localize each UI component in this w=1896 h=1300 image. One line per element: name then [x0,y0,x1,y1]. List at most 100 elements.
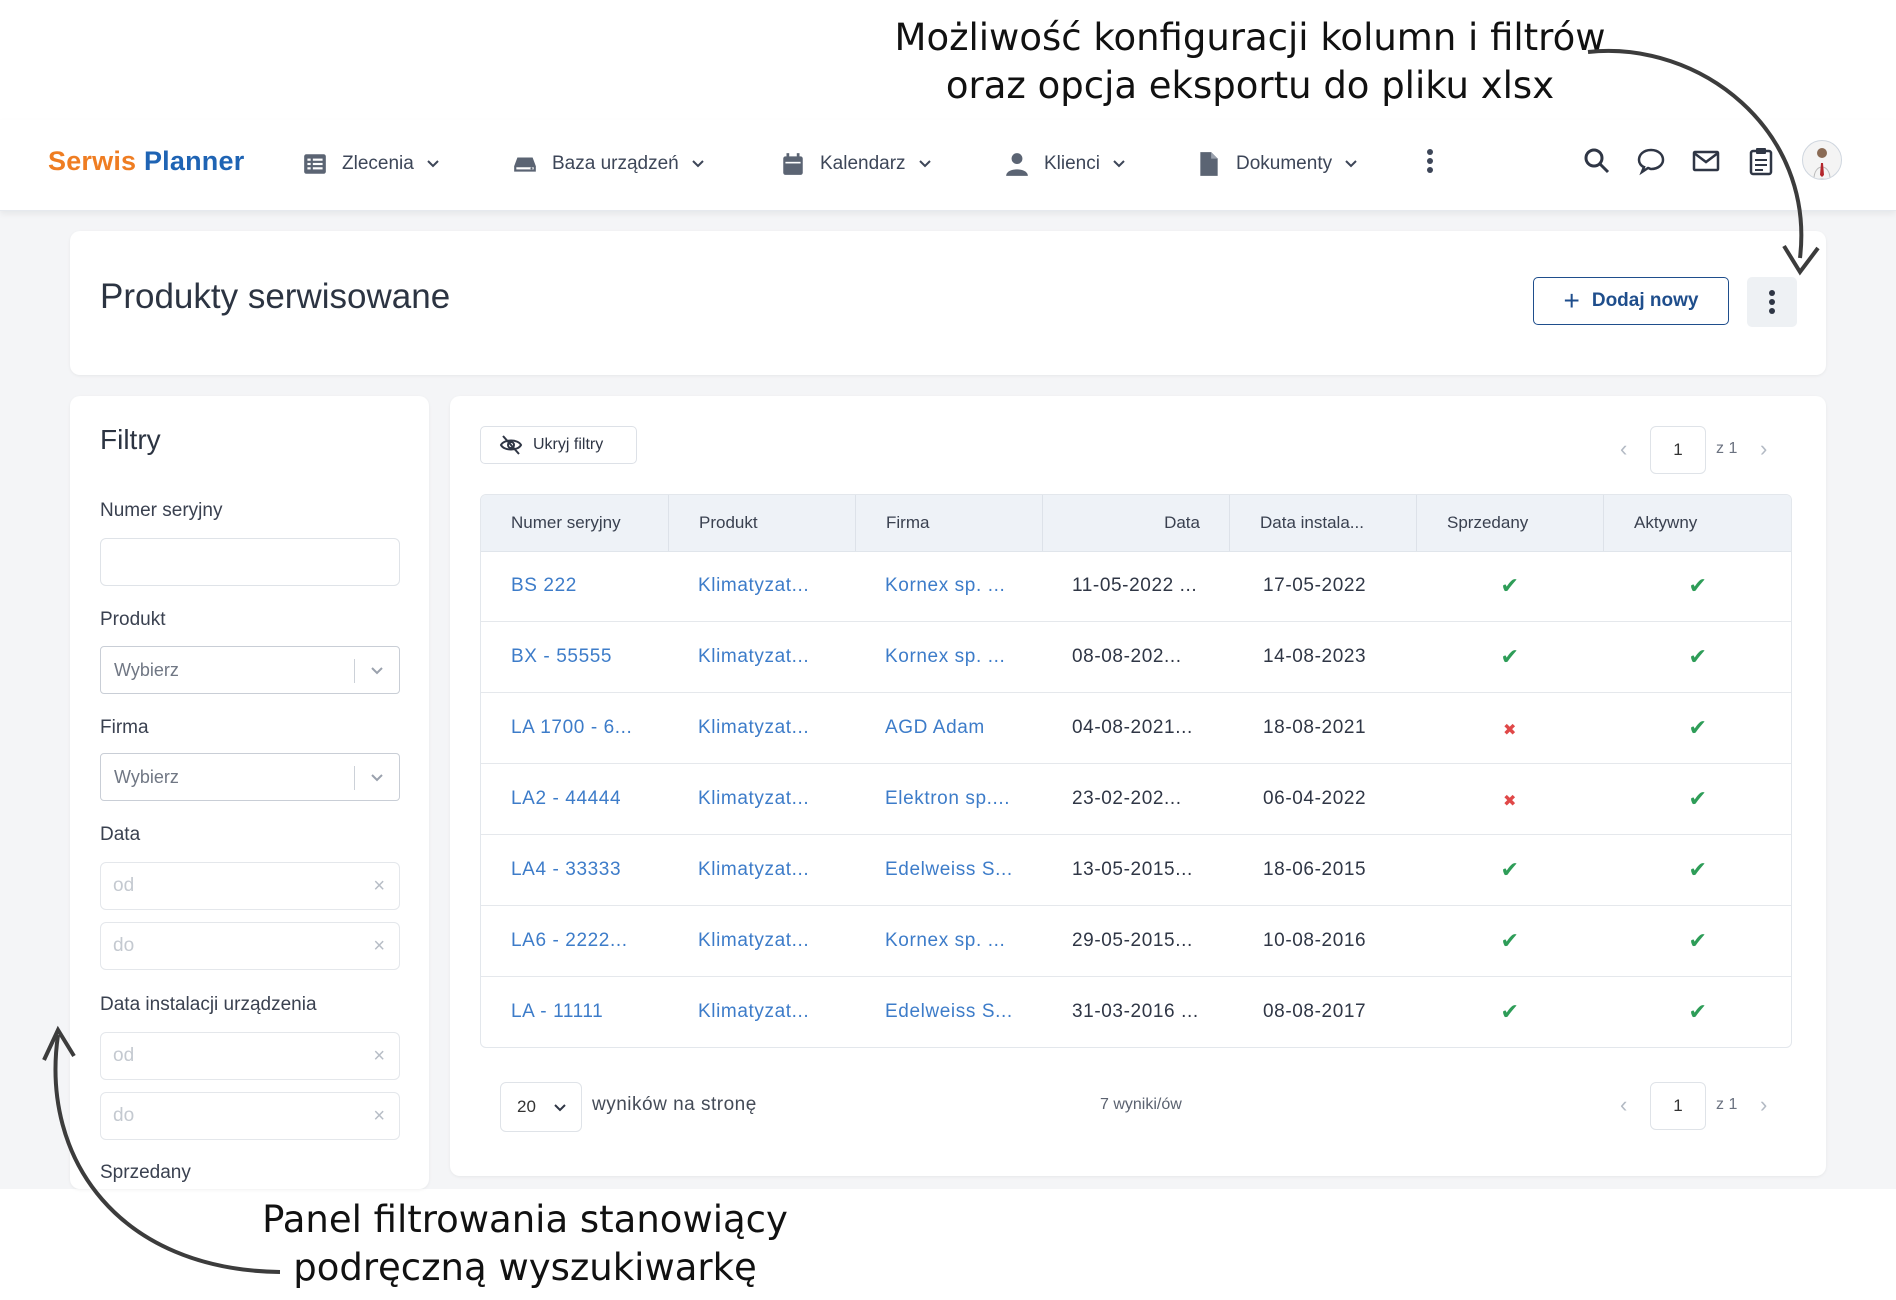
table-row[interactable]: BX - 55555 Klimatyzat... Kornex sp. ... 08-… [481,622,1791,693]
next-page-icon[interactable]: › [1760,438,1774,460]
app-logo[interactable]: Serwis Planner [48,146,244,177]
cell-install-date: 18-08-2021 [1263,717,1367,738]
cross-icon: ✖ [1502,722,1517,739]
cell-install-date: 14-08-2023 [1263,646,1367,667]
clear-icon[interactable]: × [373,863,385,909]
cell-active: ✔ [1603,835,1791,905]
product-select[interactable]: Wybierz [100,646,400,694]
prev-page-icon[interactable]: ‹ [1620,438,1634,460]
page-number-input[interactable]: 1 [1650,1082,1706,1130]
nav-label-kalendarz: Kalendarz [820,153,906,174]
pagination-top: ‹ 1 z 1 › [1620,426,1790,474]
cell-serial[interactable]: LA - 11111 [481,977,669,1047]
hide-filters-button[interactable]: Ukryj filtry [480,426,637,464]
cell-product[interactable]: Klimatyzat... [668,764,856,834]
per-page-select[interactable]: 20 [500,1082,582,1132]
nav-item-klienci[interactable]: Klienci [1004,144,1126,184]
clear-icon[interactable]: × [373,1093,385,1139]
cell-product[interactable]: Klimatyzat... [668,835,856,905]
cell-product[interactable]: Klimatyzat... [668,977,856,1047]
check-icon: ✔ [1500,573,1520,598]
annotation-top-line1: Możliwość konfiguracji kolumn i filtrów [894,16,1606,59]
column-header-company[interactable]: Firma [855,495,1043,551]
clear-icon[interactable]: × [373,923,385,969]
cell-company[interactable]: Edelweiss S... [855,835,1043,905]
table-options-button[interactable] [1747,277,1797,327]
cell-active: ✔ [1603,906,1791,976]
hide-filters-label: Ukryj filtry [533,436,604,453]
next-page-icon[interactable]: › [1760,1094,1774,1116]
cell-serial[interactable]: LA4 - 33333 [481,835,669,905]
page-number-input[interactable]: 1 [1650,426,1706,474]
cell-company[interactable]: Elektron sp.... [855,764,1043,834]
column-header-install-date[interactable]: Data instala... [1229,495,1417,551]
chat-icon[interactable] [1636,146,1666,176]
cell-company[interactable]: Kornex sp. ... [855,622,1043,692]
cell-product[interactable]: Klimatyzat... [668,906,856,976]
install-to-input[interactable]: do × [100,1092,400,1140]
cell-serial[interactable]: LA2 - 44444 [481,764,669,834]
document-icon [1200,152,1218,176]
products-table-card: Ukryj filtry ‹ 1 z 1 › Numer seryjny Pro… [450,396,1826,1176]
search-icon[interactable] [1582,146,1612,176]
table-row[interactable]: LA - 11111 Klimatyzat... Edelweiss S... 31-… [481,977,1791,1047]
user-avatar[interactable] [1802,140,1842,180]
cell-install-date: 17-05-2022 [1263,575,1367,596]
nav-item-kalendarz[interactable]: Kalendarz [780,144,932,184]
column-header-active[interactable]: Aktywny [1603,495,1791,551]
annotation-top: Możliwość konfiguracji kolumn i filtrów … [860,14,1640,110]
mail-icon[interactable] [1691,146,1721,176]
company-label: Firma [100,717,149,738]
clipboard-icon[interactable] [1746,146,1776,176]
prev-page-icon[interactable]: ‹ [1620,1094,1634,1116]
date-from-input[interactable]: od × [100,862,400,910]
cell-serial[interactable]: BX - 55555 [481,622,669,692]
check-icon: ✔ [1500,928,1520,953]
column-header-serial[interactable]: Numer seryjny [481,495,669,551]
column-header-product[interactable]: Produkt [668,495,856,551]
plus-icon: + [1563,285,1580,316]
filters-title: Filtry [100,424,161,455]
table-row[interactable]: LA 1700 - 6... Klimatyzat... AGD Adam 04-08… [481,693,1791,764]
cell-company[interactable]: Kornex sp. ... [855,906,1043,976]
company-select[interactable]: Wybierz [100,753,400,801]
serial-input[interactable] [100,538,400,586]
column-header-sold[interactable]: Sprzedany [1416,495,1604,551]
date-to-input[interactable]: do × [100,922,400,970]
date-from-placeholder: od [113,875,135,896]
cell-serial[interactable]: LA 1700 - 6... [481,693,669,763]
nav-item-baza-urzadzen[interactable]: Baza urządzeń [512,144,705,184]
page-of-label: z 1 [1716,1096,1738,1113]
per-page-value: 20 [517,1097,536,1116]
cell-active: ✔ [1603,977,1791,1047]
clear-icon[interactable]: × [373,1033,385,1079]
add-new-button[interactable]: + Dodaj nowy [1533,277,1729,325]
cell-company[interactable]: Edelweiss S... [855,977,1043,1047]
table-row[interactable]: BS 222 Klimatyzat... Kornex sp. ... 11-05-2… [481,551,1791,622]
pagination-bottom: ‹ 1 z 1 › [1620,1082,1790,1130]
cell-product[interactable]: Klimatyzat... [668,693,856,763]
select-separator [354,766,355,790]
column-header-date[interactable]: Data [1042,495,1230,551]
more-menu-icon[interactable] [1420,146,1440,176]
check-icon: ✔ [1688,644,1708,669]
cell-company[interactable]: Kornex sp. ... [855,551,1043,621]
cell-company[interactable]: AGD Adam [855,693,1043,763]
table-row[interactable]: LA6 - 2222... Klimatyzat... Kornex sp. ...… [481,906,1791,977]
add-new-label: Dodaj nowy [1591,290,1699,311]
cell-product[interactable]: Klimatyzat... [668,551,856,621]
select-separator [354,659,355,683]
install-from-input[interactable]: od × [100,1032,400,1080]
cell-serial[interactable]: BS 222 [481,551,669,621]
cell-date: 29-05-2015... [1072,930,1193,951]
check-icon: ✔ [1500,857,1520,882]
products-table: Numer seryjny Produkt Firma Data Data in… [480,494,1792,1048]
install-from-placeholder: od [113,1045,135,1066]
table-row[interactable]: LA4 - 33333 Klimatyzat... Edelweiss S... 13… [481,835,1791,906]
cell-serial[interactable]: LA6 - 2222... [481,906,669,976]
table-row[interactable]: LA2 - 44444 Klimatyzat... Elektron sp.... 2… [481,764,1791,835]
nav-item-zlecenia[interactable]: Zlecenia [302,144,440,184]
cell-product[interactable]: Klimatyzat... [668,622,856,692]
nav-item-dokumenty[interactable]: Dokumenty [1196,144,1358,184]
check-icon: ✔ [1688,573,1708,598]
